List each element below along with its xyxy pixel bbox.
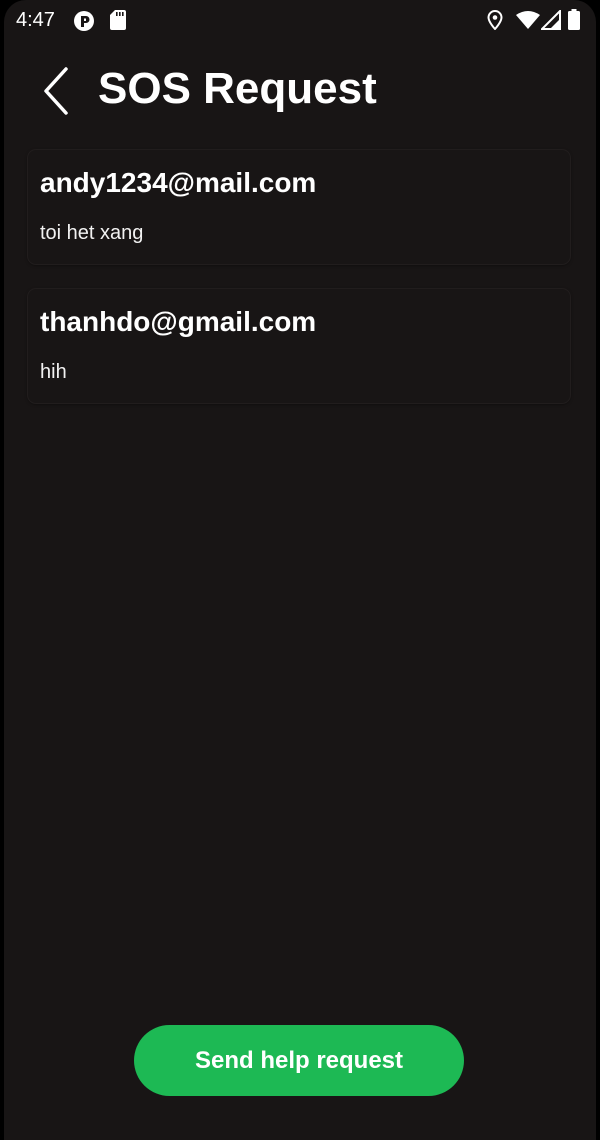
app-bar: SOS Request <box>4 55 596 127</box>
chevron-left-icon <box>44 67 68 115</box>
cellular-signal-icon <box>541 10 561 30</box>
request-message: toi het xang <box>40 222 144 244</box>
request-message: hih <box>40 361 67 383</box>
request-email: thanhdo@gmail.com <box>40 306 317 337</box>
request-email: andy1234@mail.com <box>40 167 317 198</box>
wifi-icon <box>516 11 540 29</box>
request-card[interactable]: andy1234@mail.com toi het xang <box>28 150 570 264</box>
request-card[interactable]: thanhdo@gmail.com hih <box>28 289 570 403</box>
send-help-request-button[interactable]: Send help request <box>134 1025 464 1096</box>
page-title: SOS Request <box>98 64 377 113</box>
sd-card-icon <box>110 10 126 30</box>
back-button[interactable] <box>34 61 78 117</box>
location-icon <box>487 10 503 30</box>
request-list: andy1234@mail.com toi het xang thanhdo@g… <box>28 150 570 428</box>
app-notification-icon <box>74 11 94 31</box>
sos-request-screen: 4:47 SOS Request andy1234@mail.com toi h… <box>4 0 596 1140</box>
status-time: 4:47 <box>16 9 55 31</box>
status-bar: 4:47 <box>4 0 596 40</box>
battery-icon <box>568 9 580 30</box>
